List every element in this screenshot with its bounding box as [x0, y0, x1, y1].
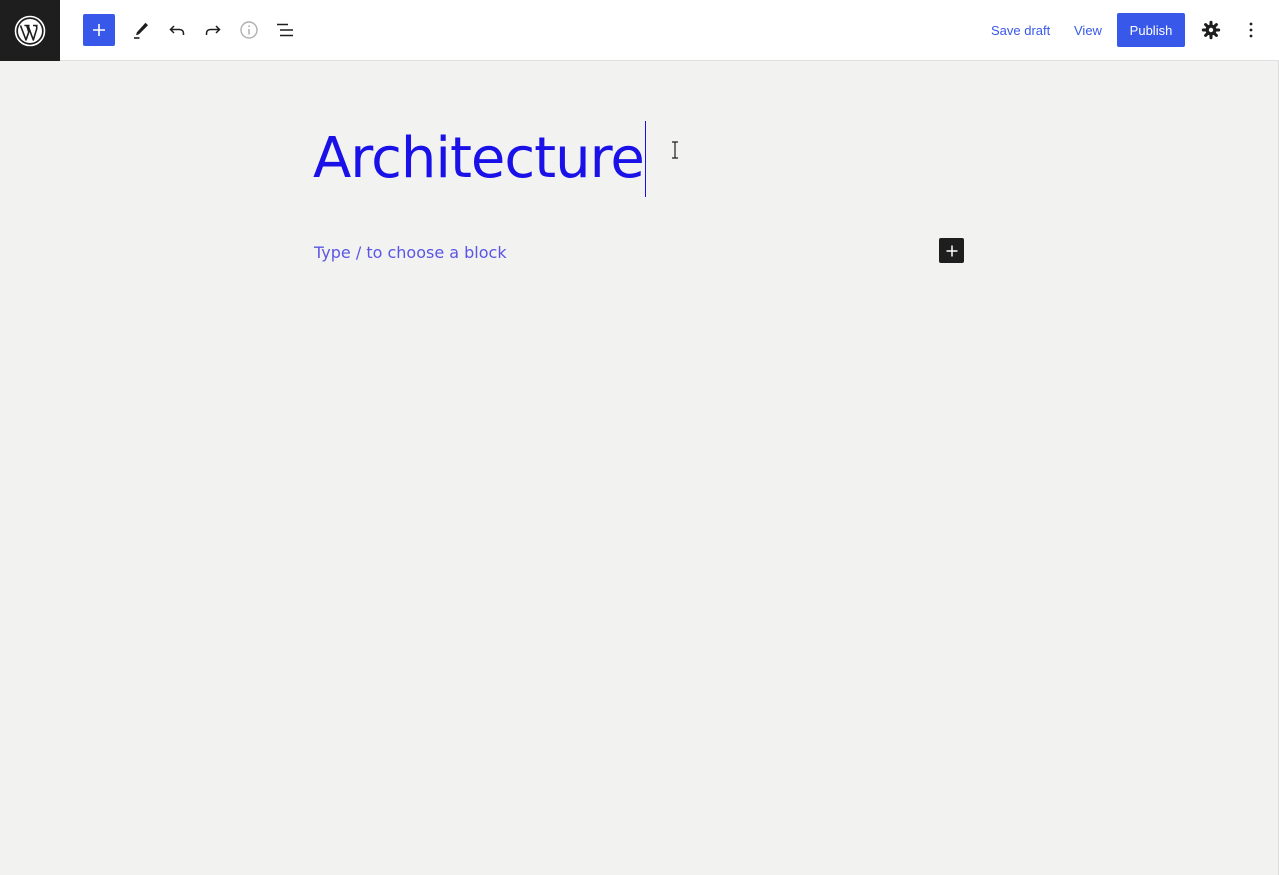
- editor-canvas: Architecture Type / to choose a block: [0, 61, 1279, 875]
- save-draft-button[interactable]: Save draft: [983, 14, 1058, 46]
- info-icon: [240, 21, 258, 39]
- add-block-button[interactable]: [939, 238, 964, 263]
- gear-icon: [1201, 20, 1221, 40]
- ibeam-cursor-icon: [672, 141, 678, 159]
- wordpress-logo[interactable]: [0, 0, 60, 61]
- redo-icon: [205, 25, 221, 35]
- wordpress-icon: [14, 15, 46, 46]
- undo-button[interactable]: [161, 14, 193, 46]
- post-title[interactable]: Architecture: [313, 121, 646, 197]
- list-view-button[interactable]: [269, 14, 301, 46]
- post-title-text[interactable]: Architecture: [313, 121, 645, 197]
- text-caret: [644, 121, 646, 197]
- plus-icon: [93, 24, 105, 36]
- pencil-icon: [134, 22, 148, 39]
- publish-button[interactable]: Publish: [1117, 13, 1185, 47]
- view-button[interactable]: View: [1066, 14, 1110, 46]
- settings-button[interactable]: [1195, 14, 1227, 46]
- list-view-icon: [277, 23, 293, 37]
- paragraph-block-placeholder[interactable]: Type / to choose a block: [314, 239, 507, 265]
- kebab-icon: [1249, 22, 1253, 38]
- options-button[interactable]: [1235, 14, 1267, 46]
- editor-header: Save draft View Publish: [0, 0, 1279, 61]
- details-button[interactable]: [233, 14, 265, 46]
- undo-icon: [169, 25, 185, 35]
- tools-button[interactable]: [125, 14, 157, 46]
- block-inserter-button[interactable]: [83, 14, 115, 46]
- plus-icon: [946, 245, 957, 256]
- redo-button[interactable]: [197, 14, 229, 46]
